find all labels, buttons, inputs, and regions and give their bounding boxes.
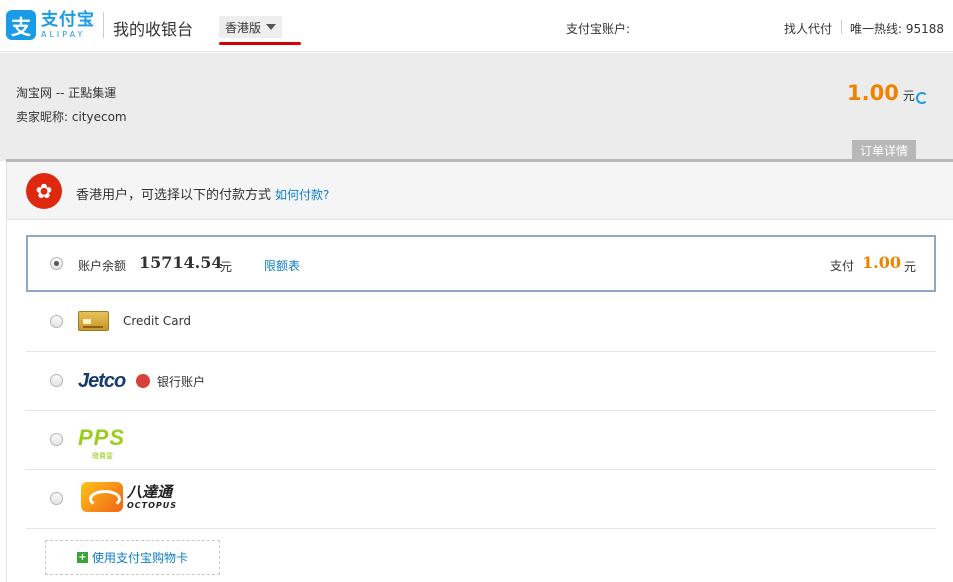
logo-cn-text: 支付宝 (41, 9, 95, 30)
payment-method-pps[interactable]: PPS 繳費靈 (26, 411, 936, 470)
gift-card-label: 使用支付宝购物卡 (91, 551, 188, 565)
credit-card-icon (78, 311, 109, 331)
radio-pps[interactable] (50, 433, 63, 446)
notice-message: 香港用户，可选择以下的付款方式 (76, 188, 272, 203)
account-label: 支付宝账户: (566, 22, 631, 36)
alipay-logo-icon: 支 (6, 10, 36, 40)
page-title: 我的收银台 (113, 20, 194, 39)
pps-logo-icon: PPS (78, 425, 126, 450)
limit-table-link[interactable]: 限额表 (264, 257, 300, 274)
how-to-pay-link[interactable]: 如何付款? (275, 188, 329, 202)
header-divider (841, 20, 842, 34)
order-detail-tab[interactable]: 订单详情 (852, 140, 916, 160)
pay-unit: 元 (904, 260, 917, 274)
header: 支 支付宝 ALIPAY 我的收银台 香港版 支付宝账户: 找人代付 唯一热线:… (0, 0, 953, 52)
region-underline (219, 42, 301, 45)
jetco-badge-icon (136, 374, 150, 388)
radio-octopus[interactable] (50, 492, 63, 505)
seller-nickname: 卖家昵称: cityecom (16, 110, 127, 124)
balance-amount: 15714.54 (139, 253, 223, 272)
radio-balance[interactable] (50, 257, 63, 270)
use-gift-card-button[interactable]: + 使用支付宝购物卡 (45, 540, 220, 575)
order-amount-unit: 元 (902, 89, 915, 103)
order-summary (0, 53, 953, 161)
refresh-icon[interactable] (916, 92, 928, 104)
balance-label: 账户余额 (78, 259, 127, 273)
octopus-en-text: OCTOPUS (127, 501, 178, 510)
pps-subtitle: 繳費靈 (92, 452, 113, 460)
balance-unit: 元 (220, 260, 233, 274)
hong-kong-flag-icon: ✿ (26, 173, 62, 209)
hotline-text: 唯一热线: 95188 (850, 22, 945, 36)
alipay-logo[interactable]: 支 支付宝 ALIPAY (6, 10, 95, 40)
radio-credit-card[interactable] (50, 315, 63, 328)
payment-method-jetco[interactable]: Jetco 银行账户 (26, 352, 936, 411)
pay-label: 支付 (830, 259, 855, 273)
bank-account-label: 银行账户 (157, 375, 206, 389)
hk-notice-text: 香港用户，可选择以下的付款方式 如何付款? (76, 184, 329, 203)
octopus-cn-text: 八達通 (127, 483, 173, 501)
find-payer-link[interactable]: 找人代付 (784, 20, 832, 37)
logo-en-text: ALIPAY (41, 29, 86, 39)
payment-method-balance[interactable]: 账户余额 15714.54 元 限额表 支付 1.00 元 (26, 235, 936, 292)
credit-card-label: Credit Card (123, 314, 191, 328)
pay-amount: 1.00 (862, 253, 901, 272)
order-amount-value: 1.00 (847, 81, 899, 105)
plus-icon: + (76, 552, 88, 563)
region-label: 香港版 (225, 20, 262, 35)
octopus-logo-icon (81, 482, 123, 512)
jetco-logo-icon: Jetco (78, 370, 126, 392)
radio-jetco[interactable] (50, 374, 63, 387)
caret-down-icon (266, 24, 277, 30)
region-selector[interactable]: 香港版 (219, 16, 283, 38)
order-amount: 1.00 元 (847, 81, 915, 105)
merchant-name: 淘宝网 -- 正點集運 (16, 86, 117, 100)
payment-method-credit-card[interactable]: Credit Card (26, 293, 936, 352)
payment-method-octopus[interactable]: 八達通 OCTOPUS (26, 470, 936, 529)
logo-divider (103, 12, 104, 38)
